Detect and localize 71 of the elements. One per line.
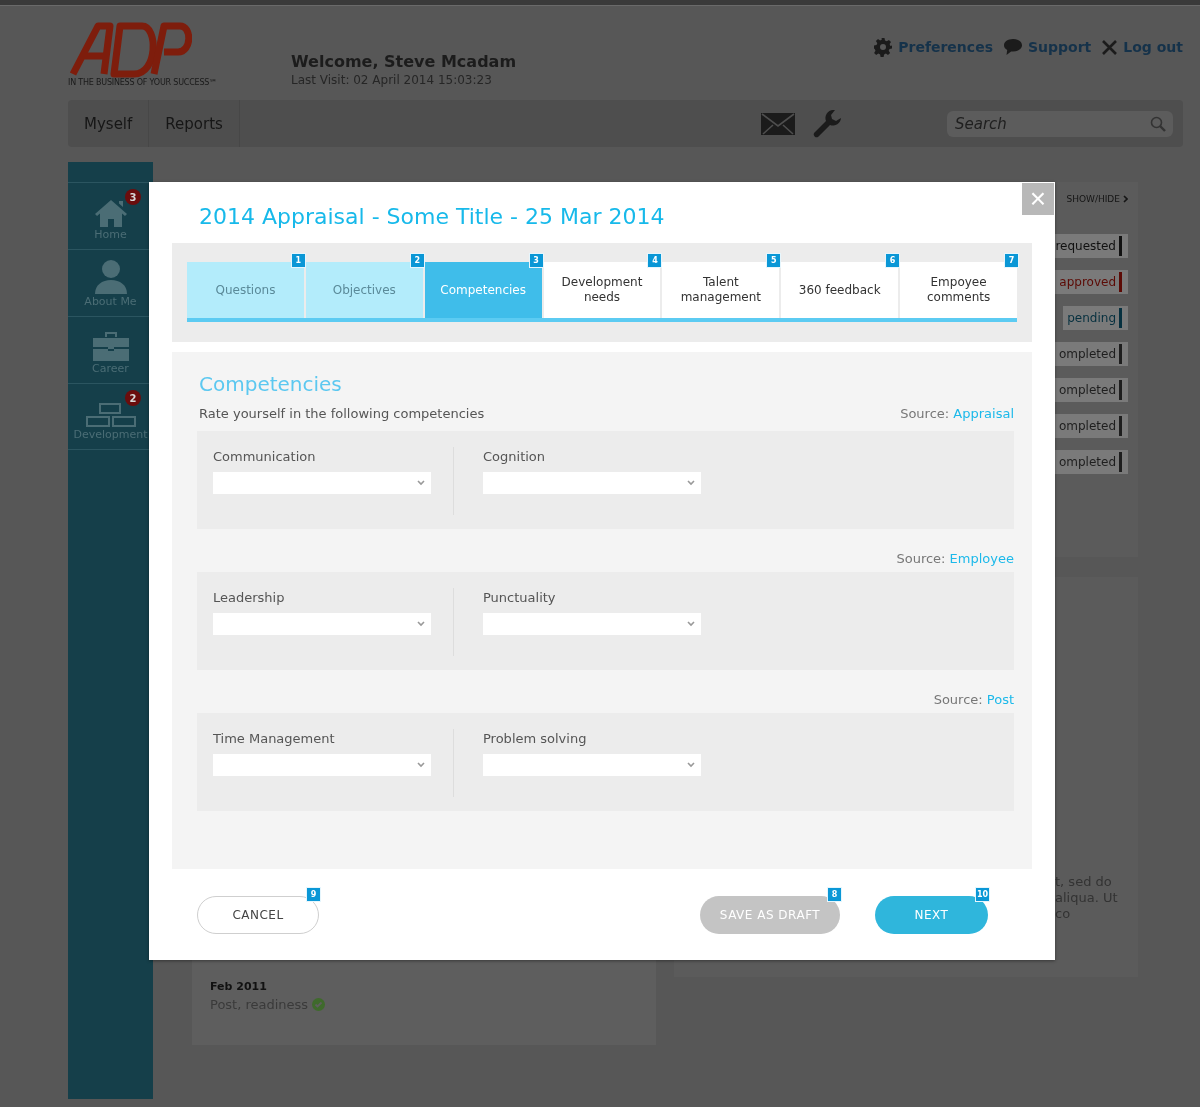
source-label: Source: Appraisal bbox=[900, 406, 1014, 421]
rating-select[interactable] bbox=[483, 613, 701, 635]
chevron-down-icon bbox=[417, 621, 425, 627]
search-icon bbox=[1150, 115, 1166, 132]
field-label: Punctuality bbox=[483, 590, 557, 605]
section-subtitle: Rate yourself in the following competencies bbox=[199, 406, 485, 421]
check-icon bbox=[312, 998, 326, 1011]
chevron-down-icon bbox=[417, 480, 425, 486]
step-number: 9 bbox=[306, 886, 321, 902]
wrench-icon[interactable] bbox=[811, 107, 843, 140]
field-label: Cognition bbox=[483, 449, 547, 464]
field-label: Leadership bbox=[213, 590, 286, 605]
step-number: 7 bbox=[1004, 253, 1019, 268]
field-label: Time Management bbox=[213, 731, 336, 746]
step-tab[interactable]: Questions bbox=[187, 262, 304, 318]
step-tab[interactable]: Talent management bbox=[662, 262, 780, 318]
close-button[interactable]: × bbox=[1022, 183, 1054, 215]
status-label: ompleted bbox=[1058, 383, 1116, 397]
source-label: Source: Employee bbox=[896, 551, 1014, 566]
nav-item[interactable]: Myself bbox=[68, 100, 150, 147]
step-tab[interactable]: Objectives bbox=[305, 262, 423, 318]
speech-bubble-icon bbox=[1002, 38, 1023, 56]
step-number: 4 bbox=[647, 253, 663, 268]
nav-item[interactable]: Reports bbox=[149, 100, 240, 147]
step-number: 8 bbox=[827, 886, 842, 902]
count-badge: 2 bbox=[125, 390, 141, 406]
step-number: 3 bbox=[528, 253, 544, 268]
chevron-down-icon bbox=[687, 762, 695, 768]
chevron-right-icon bbox=[1123, 195, 1128, 203]
status-label: approved bbox=[1059, 275, 1116, 289]
chevron-down-icon bbox=[417, 762, 425, 768]
status-label: ompleted bbox=[1058, 419, 1116, 433]
step-tab[interactable]: Competencies bbox=[424, 262, 542, 318]
header-link[interactable]: Log out bbox=[1101, 34, 1183, 60]
step-number: 10 bbox=[975, 886, 990, 902]
step-number: 1 bbox=[290, 253, 306, 268]
field-label: Problem solving bbox=[483, 731, 588, 746]
step-tab[interactable]: 360 feedback bbox=[781, 262, 899, 318]
status-label: requested bbox=[1055, 239, 1116, 253]
rating-select[interactable] bbox=[213, 472, 431, 494]
rating-select[interactable] bbox=[483, 472, 701, 494]
header-link[interactable]: Support bbox=[1002, 34, 1092, 60]
step-number: 6 bbox=[885, 253, 901, 268]
step-number: 5 bbox=[766, 253, 782, 268]
step-number: 2 bbox=[409, 253, 425, 268]
person-icon bbox=[93, 259, 128, 295]
rating-select[interactable] bbox=[213, 613, 431, 635]
status-label: ompleted bbox=[1058, 455, 1116, 469]
rating-select[interactable] bbox=[213, 754, 431, 776]
step-tab[interactable]: Empoyee comments bbox=[900, 262, 1017, 318]
status-label: ompleted bbox=[1058, 347, 1116, 361]
field-label: Communication bbox=[213, 449, 317, 464]
count-badge: 3 bbox=[125, 189, 141, 205]
mail-icon[interactable] bbox=[761, 112, 795, 135]
bricks-icon bbox=[84, 402, 137, 428]
history-date: Feb 2011 bbox=[210, 980, 268, 993]
rating-select[interactable] bbox=[483, 754, 701, 776]
chevron-down-icon bbox=[687, 621, 695, 627]
step-tab[interactable]: Development needs bbox=[543, 262, 661, 318]
gear-icon bbox=[873, 37, 894, 57]
search-field[interactable]: Search bbox=[947, 110, 1173, 137]
status-label: pending bbox=[1067, 311, 1116, 325]
section-heading: Competencies bbox=[199, 372, 343, 396]
source-label: Source: Post bbox=[933, 692, 1014, 707]
show-hide-toggle[interactable]: SHOW/HIDE bbox=[1066, 194, 1120, 204]
chevron-down-icon bbox=[687, 480, 695, 486]
briefcase-icon bbox=[91, 330, 130, 362]
dialog-title: 2014 Appraisal - Some Title - 25 Mar 2014 bbox=[199, 204, 666, 229]
welcome-title: Welcome, Steve Mcadam bbox=[291, 52, 517, 71]
close-icon bbox=[1101, 38, 1119, 56]
header-link[interactable]: Preferences bbox=[873, 34, 993, 60]
